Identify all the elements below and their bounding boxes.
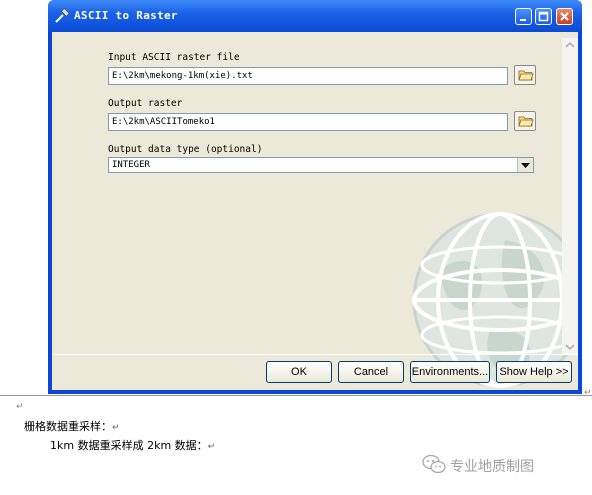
- data-type-value: INTEGER: [112, 160, 150, 170]
- vertical-scrollbar[interactable]: [562, 38, 578, 354]
- maximize-icon: [538, 11, 549, 22]
- wechat-icon: [422, 454, 446, 474]
- paragraph-mark: ↵: [584, 388, 592, 398]
- dialog-window: ASCII to Raster Input ASCII raster file …: [48, 0, 582, 394]
- paragraph-mark: ↵: [112, 423, 120, 433]
- paragraph-mark: ↵: [207, 442, 216, 452]
- close-button[interactable]: [556, 8, 573, 25]
- window-title: ASCII to Raster: [74, 9, 178, 22]
- minimize-icon: [520, 19, 526, 21]
- image-bottom-border: [0, 395, 592, 396]
- doc-text: 1km 数据重采样成 2km 数据：: [50, 439, 208, 452]
- title-bar[interactable]: ASCII to Raster: [48, 0, 582, 32]
- show-help-button[interactable]: Show Help >>: [496, 361, 572, 383]
- output-browse-button[interactable]: [514, 111, 536, 131]
- chevron-down-icon: [521, 163, 530, 168]
- input-browse-button[interactable]: [514, 65, 536, 85]
- data-type-label: Output data type (optional): [108, 144, 263, 155]
- scroll-up-icon[interactable]: [562, 38, 578, 52]
- button-bar-divider: [52, 354, 578, 355]
- scroll-down-icon[interactable]: [562, 340, 578, 354]
- cancel-button[interactable]: Cancel: [338, 361, 404, 383]
- open-folder-icon: [518, 70, 534, 81]
- paragraph-mark: ↵: [16, 402, 24, 412]
- watermark-text: 专业地质制图: [450, 459, 534, 475]
- hammer-tool-icon: [55, 8, 70, 23]
- output-raster-field[interactable]: E:\2km\ASCIITomeko1: [108, 113, 508, 131]
- source-watermark: 专业地质制图: [422, 453, 534, 477]
- maximize-button[interactable]: [535, 8, 552, 25]
- output-raster-label: Output raster: [108, 98, 183, 109]
- open-folder-icon: [518, 116, 534, 127]
- doc-line-resample: 栅格数据重采样：↵: [24, 418, 120, 434]
- minimize-button[interactable]: [515, 8, 532, 25]
- close-icon: [560, 12, 569, 21]
- ok-button[interactable]: OK: [266, 361, 332, 383]
- doc-text: 栅格数据重采样：: [24, 420, 112, 433]
- input-file-field[interactable]: E:\2km\mekong-1km(xie).txt: [108, 67, 508, 85]
- input-file-label: Input ASCII raster file: [108, 52, 240, 63]
- dropdown-arrow-button[interactable]: [517, 158, 533, 172]
- environments-button[interactable]: Environments...: [410, 361, 490, 383]
- dialog-body: Input ASCII raster file E:\2km\mekong-1k…: [52, 32, 578, 390]
- doc-line-1km-to-2km: 1km 数据重采样成 2km 数据：↵: [50, 437, 215, 453]
- data-type-select[interactable]: INTEGER: [108, 157, 534, 173]
